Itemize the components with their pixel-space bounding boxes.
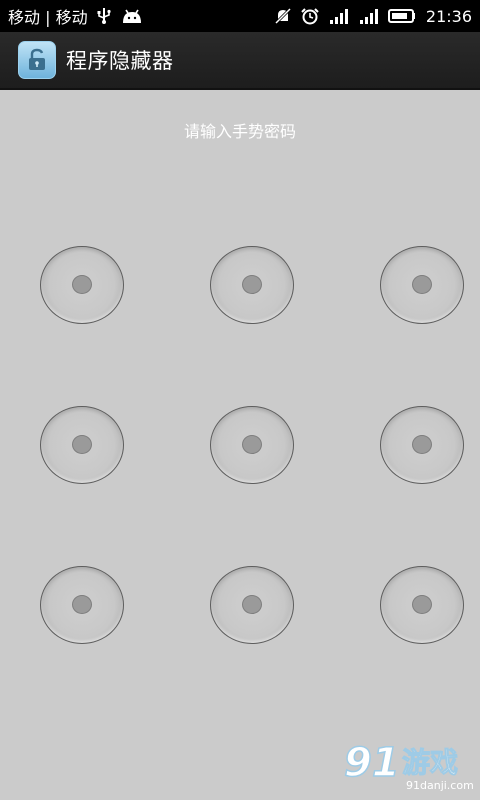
svg-text:91: 91 [344,740,400,786]
signal-icon [328,7,350,25]
pattern-node[interactable] [40,246,124,324]
watermark-logo: 91 游戏 91danji.com [342,734,474,794]
status-left: 移动 | 移动 [8,4,144,28]
status-bar: 移动 | 移动 21:36 [0,0,480,32]
pattern-node-dot [72,275,92,294]
android-debug-icon [120,7,144,25]
signal-icon [358,7,380,25]
pattern-node-dot [412,275,432,294]
pattern-node-dot [72,595,92,614]
clock: 21:36 [425,6,472,26]
alarm-icon [300,7,320,25]
pattern-node[interactable] [40,566,124,644]
lock-icon[interactable] [18,41,56,79]
pattern-node-dot [412,595,432,614]
pattern-node-dot [412,435,432,454]
pattern-node[interactable] [380,246,464,324]
pattern-node[interactable] [210,406,294,484]
status-right: 21:36 [274,7,472,26]
svg-text:游戏: 游戏 [402,746,458,779]
app-title: 程序隐藏器 [66,49,174,73]
gesture-prompt: 请输入手势密码 [183,122,296,141]
pattern-node[interactable] [380,566,464,644]
pattern-node-dot [72,435,92,454]
svg-text:91danji.com: 91danji.com [406,779,474,792]
pattern-node-dot [242,595,262,614]
carrier-label: 移动 | 移动 [8,8,88,27]
battery-icon [387,8,416,24]
app-bar: 程序隐藏器 [0,32,480,90]
pattern-lock-grid[interactable] [40,246,465,646]
pattern-node-dot [242,275,262,294]
pattern-node[interactable] [210,566,294,644]
usb-icon [96,7,112,25]
pattern-node[interactable] [40,406,124,484]
pattern-node-dot [242,435,262,454]
pattern-node[interactable] [210,246,294,324]
pattern-node[interactable] [380,406,464,484]
screen: 移动 | 移动 21:36 程序隐藏器 请输入手势密码 91 游戏 91danj… [0,0,480,800]
mute-icon [274,7,292,25]
